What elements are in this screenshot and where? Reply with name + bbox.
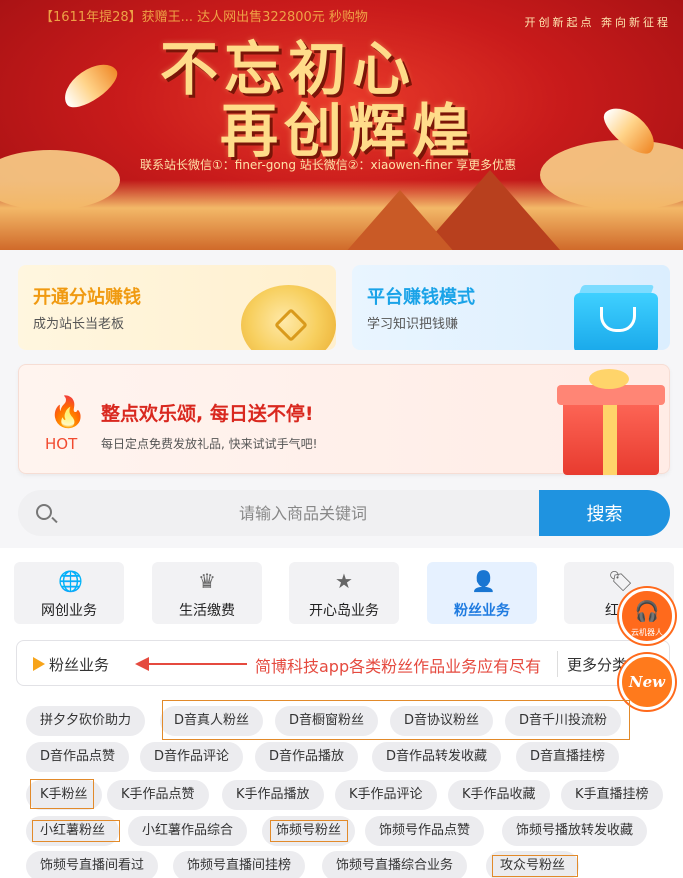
service-tag[interactable]: D音作品点赞 bbox=[26, 742, 130, 772]
category-label: 生活缴费 bbox=[179, 603, 235, 619]
user-chart-icon: 👤 bbox=[471, 569, 496, 593]
banner-slogan: 开创新起点 奔向新征程 bbox=[524, 16, 671, 29]
service-tag[interactable]: K手作品播放 bbox=[222, 780, 324, 810]
service-tag[interactable]: D音橱窗粉丝 bbox=[275, 706, 379, 736]
service-tag[interactable]: 饰频号播放转发收藏 bbox=[502, 816, 648, 846]
category-label: 开心岛业务 bbox=[309, 603, 379, 619]
banner-contact: 联系站长微信①：finer-gong 站长微信②：xiaowen-finer 享… bbox=[140, 158, 517, 172]
crown-icon: ♛ bbox=[198, 569, 216, 593]
service-tag[interactable]: D音协议粉丝 bbox=[390, 706, 494, 736]
flame-icon: 🔥 bbox=[49, 395, 87, 430]
card-subtitle: 成为站长当老板 bbox=[33, 317, 125, 332]
service-tag[interactable]: 饰频号直播间挂榜 bbox=[173, 851, 306, 878]
shopping-bag-icon bbox=[574, 293, 658, 350]
category-tab-life-payment[interactable]: ♛ 生活缴费 bbox=[152, 562, 262, 624]
service-label: 云机器人 bbox=[631, 628, 663, 637]
service-tag[interactable]: K手直播挂榜 bbox=[561, 780, 663, 810]
divider bbox=[557, 651, 558, 677]
service-tag[interactable]: 饰频号粉丝 bbox=[262, 816, 356, 846]
service-tag[interactable]: D音作品播放 bbox=[255, 742, 359, 772]
gift-bow-icon bbox=[589, 369, 629, 389]
service-tag[interactable]: 拼夕夕砍价助力 bbox=[26, 706, 146, 736]
category-tab-happy-island[interactable]: ★ 开心岛业务 bbox=[289, 562, 399, 624]
service-tag[interactable]: 饰频号直播综合业务 bbox=[322, 851, 468, 878]
open-substation-card[interactable]: 开通分站赚钱 成为站长当老板 bbox=[18, 265, 336, 350]
arrow-icon bbox=[147, 663, 247, 665]
hot-badge: HOT bbox=[45, 435, 78, 453]
card-title: 平台赚钱模式 bbox=[367, 287, 475, 308]
more-categories-button[interactable]: 更多分类 bbox=[567, 654, 627, 675]
platform-earn-card[interactable]: 平台赚钱模式 学习知识把钱赚 bbox=[352, 265, 670, 350]
search-icon bbox=[36, 504, 52, 520]
app-page: 【1611年提28】获赠王... 达人网出售322800元 秒购物 开创新起点 … bbox=[0, 0, 683, 878]
globe-icon: 🌐 bbox=[58, 569, 83, 593]
category-label: 网创业务 bbox=[41, 603, 97, 619]
koi-fish-icon bbox=[56, 55, 124, 115]
service-tag[interactable]: 饰频号作品点赞 bbox=[365, 816, 485, 846]
service-tag[interactable]: D音作品转发收藏 bbox=[372, 742, 502, 772]
coin-icon bbox=[241, 285, 336, 350]
arrow-icon bbox=[135, 657, 149, 671]
hot-title: 整点欢乐颂, 每日送不停! bbox=[101, 403, 314, 425]
tag-icon: 🏷 bbox=[608, 569, 634, 593]
category-tab-fans[interactable]: 👤 粉丝业务 bbox=[427, 562, 537, 624]
service-tag[interactable]: D音作品评论 bbox=[140, 742, 244, 772]
customer-service-button[interactable]: 🎧 云机器人 bbox=[619, 588, 675, 644]
service-tag[interactable]: 攻众号粉丝 bbox=[486, 851, 580, 878]
search-bar: 搜索 bbox=[18, 490, 670, 536]
promo-banner[interactable]: 【1611年提28】获赠王... 达人网出售322800元 秒购物 开创新起点 … bbox=[0, 0, 683, 250]
service-tag[interactable]: 饰频号直播间看过 bbox=[26, 851, 159, 878]
card-title: 开通分站赚钱 bbox=[33, 287, 141, 308]
search-button[interactable]: 搜索 bbox=[539, 490, 670, 536]
section-title: 粉丝业务 bbox=[49, 656, 110, 674]
service-tag[interactable]: K手作品点赞 bbox=[107, 780, 209, 810]
service-tag[interactable]: 小红薯作品综合 bbox=[128, 816, 248, 846]
hot-subtitle: 每日定点免费发放礼品, 快来试试手气吧! bbox=[101, 437, 318, 451]
mountain-decoration bbox=[330, 190, 470, 250]
service-tag[interactable]: D音真人粉丝 bbox=[160, 706, 264, 736]
category-tab-network[interactable]: 🌐 网创业务 bbox=[14, 562, 124, 624]
category-label: 粉丝业务 bbox=[454, 603, 510, 619]
new-label: New bbox=[628, 673, 666, 691]
section-header: 粉丝业务 简博科技app各类粉丝作品业务应有尽有 更多分类 bbox=[16, 640, 670, 686]
service-tag[interactable]: K手作品收藏 bbox=[448, 780, 550, 810]
new-button[interactable]: New bbox=[619, 654, 675, 710]
service-tag[interactable]: K手粉丝 bbox=[26, 780, 102, 810]
hourly-gift-card[interactable]: 🔥 HOT 整点欢乐颂, 每日送不停! 每日定点免费发放礼品, 快来试试手气吧! bbox=[18, 364, 670, 475]
annotation-text: 简博科技app各类粉丝作品业务应有尽有 bbox=[255, 657, 542, 676]
service-tag[interactable]: D音千川投流粉 bbox=[505, 706, 622, 736]
service-tag[interactable]: D音直播挂榜 bbox=[516, 742, 620, 772]
gift-box-icon bbox=[563, 395, 659, 475]
triangle-icon bbox=[33, 657, 45, 671]
service-tag[interactable]: 小红薯粉丝 bbox=[26, 816, 120, 846]
service-tag[interactable]: K手作品评论 bbox=[335, 780, 437, 810]
star-icon: ★ bbox=[335, 569, 353, 593]
search-input[interactable] bbox=[68, 490, 538, 536]
card-subtitle: 学习知识把钱赚 bbox=[367, 317, 459, 332]
headset-icon: 🎧 bbox=[634, 599, 660, 623]
